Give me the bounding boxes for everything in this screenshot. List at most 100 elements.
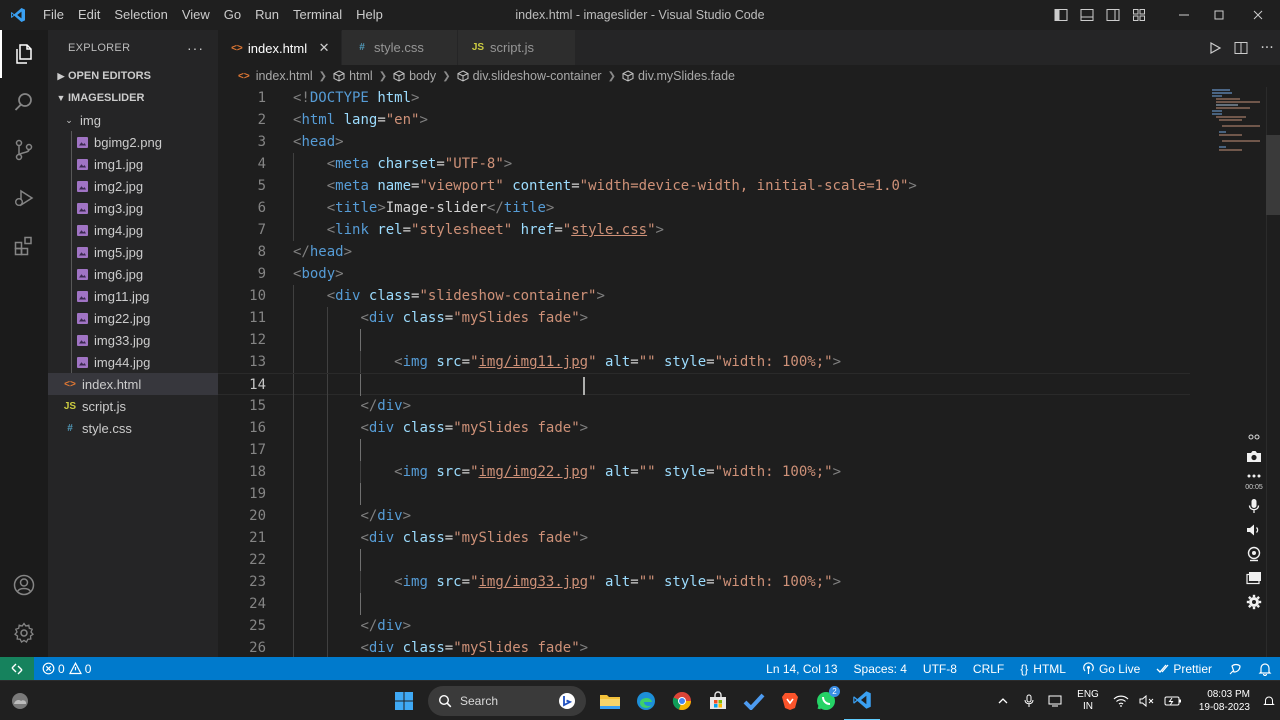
vscode-taskbar-icon[interactable] <box>844 681 880 720</box>
maximize-icon[interactable] <box>1201 0 1236 30</box>
token-link[interactable]: img/img11.jpg <box>479 354 589 370</box>
brave-browser-icon[interactable] <box>772 681 808 720</box>
tree-item-image[interactable]: img4.jpg <box>48 219 218 241</box>
token-link[interactable]: img/img33.jpg <box>479 574 589 590</box>
folder-img[interactable]: ⌄ img <box>48 109 218 131</box>
end-of-line[interactable]: CRLF <box>965 657 1012 680</box>
code-line[interactable]: 21 <div class="mySlides fade"> <box>218 527 1190 549</box>
feedback-icon[interactable] <box>1220 657 1250 680</box>
code-line[interactable]: 17 <box>218 439 1190 461</box>
code-line[interactable]: 20 </div> <box>218 505 1190 527</box>
webcam-icon[interactable] <box>1240 542 1268 566</box>
menu-view[interactable]: View <box>175 0 217 30</box>
todo-check-icon[interactable] <box>736 681 772 720</box>
code-line[interactable]: 18 <img src="img/img22.jpg" alt="" style=… <box>218 461 1190 483</box>
tree-item-file[interactable]: JS script.js <box>48 395 218 417</box>
cursor-position[interactable]: Ln 14, Col 13 <box>758 657 845 680</box>
more-actions-icon[interactable]: ··· <box>187 40 204 56</box>
tree-item-image[interactable]: img2.jpg <box>48 175 218 197</box>
battery-icon[interactable] <box>1160 681 1186 720</box>
run-icon[interactable] <box>1202 30 1228 65</box>
tree-item-image[interactable]: img5.jpg <box>48 241 218 263</box>
volume-muted-icon[interactable] <box>1134 681 1160 720</box>
manage-gear-icon[interactable] <box>0 609 48 657</box>
notifications-bell-icon[interactable] <box>1250 657 1280 680</box>
problems-status[interactable]: 0 0 <box>34 657 99 680</box>
menu-edit[interactable]: Edit <box>71 0 107 30</box>
code-line[interactable]: 24 <box>218 593 1190 615</box>
indentation[interactable]: Spaces: 4 <box>846 657 915 680</box>
project-section[interactable]: ▼ IMAGESLIDER <box>48 87 218 109</box>
minimize-icon[interactable] <box>1166 0 1201 30</box>
menu-run[interactable]: Run <box>248 0 286 30</box>
code-line[interactable]: 8 </head> <box>218 241 1190 263</box>
code-line[interactable]: 7 <link rel="stylesheet" href="style.css"… <box>218 219 1190 241</box>
toggle-secondary-sidebar-icon[interactable] <box>1100 0 1126 30</box>
edge-browser-icon[interactable] <box>628 681 664 720</box>
more-options-icon[interactable] <box>1240 468 1268 484</box>
language-mode[interactable]: {} HTML <box>1012 657 1074 680</box>
settings-gear-icon[interactable] <box>1240 590 1268 614</box>
prettier-button[interactable]: Prettier <box>1148 657 1220 680</box>
tree-item-file[interactable]: # style.css <box>48 417 218 439</box>
search-icon[interactable] <box>0 78 48 126</box>
more-actions-icon[interactable]: ··· <box>1254 30 1280 65</box>
breadcrumb-item[interactable]: body <box>393 69 436 83</box>
taskbar-search[interactable]: Search <box>428 686 586 716</box>
code-line[interactable]: 10 <div class="slideshow-container"> <box>218 285 1190 307</box>
system-clock[interactable]: 08:03 PM 19-08-2023 <box>1186 688 1258 714</box>
tree-item-image[interactable]: img3.jpg <box>48 197 218 219</box>
explorer-icon[interactable] <box>0 30 48 78</box>
close-window-icon[interactable] <box>1236 0 1280 30</box>
pin-icon[interactable] <box>1240 430 1268 444</box>
tree-item-image[interactable]: img44.jpg <box>48 351 218 373</box>
code-line[interactable]: 4 <meta charset="UTF-8"> <box>218 153 1190 175</box>
tree-item-image[interactable]: bgimg2.png <box>48 131 218 153</box>
file-explorer-icon[interactable] <box>592 681 628 720</box>
token-link[interactable]: style.css <box>571 222 647 238</box>
start-windows-icon[interactable] <box>386 681 422 720</box>
tab-index-html[interactable]: <> index.html ✕ <box>218 30 342 65</box>
code-line[interactable]: 9 <body> <box>218 263 1190 285</box>
code-editor[interactable]: 1 <!DOCTYPE html> 2 <html lang="en"> 3 <head>… <box>218 87 1280 657</box>
tab-script-js[interactable]: JS script.js <box>458 30 576 65</box>
split-editor-icon[interactable] <box>1228 30 1254 65</box>
token-link[interactable]: img/img22.jpg <box>479 464 589 480</box>
code-line[interactable]: 3 <head> <box>218 131 1190 153</box>
vertical-scrollbar[interactable] <box>1266 87 1280 657</box>
tree-item-image[interactable]: img1.jpg <box>48 153 218 175</box>
code-line[interactable]: 16 <div class="mySlides fade"> <box>218 417 1190 439</box>
menu-go[interactable]: Go <box>217 0 248 30</box>
code-line[interactable]: 26 <div class="mySlides fade"> <box>218 637 1190 657</box>
microphone-tray-icon[interactable] <box>1016 681 1042 720</box>
chrome-icon[interactable] <box>664 681 700 720</box>
whatsapp-icon[interactable]: 2 <box>808 681 844 720</box>
weather-icon[interactable] <box>10 691 30 711</box>
tree-item-file[interactable]: <> index.html <box>48 373 218 395</box>
code-line[interactable]: 14 <box>218 373 1190 396</box>
speaker-icon[interactable] <box>1240 518 1268 542</box>
extensions-icon[interactable] <box>0 222 48 270</box>
microphone-icon[interactable] <box>1240 494 1268 518</box>
tree-item-image[interactable]: img6.jpg <box>48 263 218 285</box>
code-line[interactable]: 12 <box>218 329 1190 351</box>
menu-file[interactable]: File <box>36 0 71 30</box>
store-icon[interactable] <box>700 681 736 720</box>
accounts-icon[interactable] <box>0 561 48 609</box>
code-line[interactable]: 2 <html lang="en"> <box>218 109 1190 131</box>
code-line[interactable]: 5 <meta name="viewport" content="width=de… <box>218 175 1190 197</box>
code-line[interactable]: 25 </div> <box>218 615 1190 637</box>
tab-style-css[interactable]: # style.css <box>342 30 458 65</box>
screen-area-icon[interactable] <box>1240 566 1268 590</box>
code-line[interactable]: 19 <box>218 483 1190 505</box>
toggle-primary-sidebar-icon[interactable] <box>1048 0 1074 30</box>
code-line[interactable]: 6 <title>Image-slider</title> <box>218 197 1190 219</box>
source-control-icon[interactable] <box>0 126 48 174</box>
scrollbar-thumb[interactable] <box>1266 135 1280 215</box>
go-live-button[interactable]: Go Live <box>1074 657 1148 680</box>
breadcrumb-item[interactable]: html <box>333 69 373 83</box>
tree-item-image[interactable]: img11.jpg <box>48 285 218 307</box>
wifi-icon[interactable] <box>1108 681 1134 720</box>
code-line[interactable]: 11 <div class="mySlides fade"> <box>218 307 1190 329</box>
run-debug-icon[interactable] <box>0 174 48 222</box>
